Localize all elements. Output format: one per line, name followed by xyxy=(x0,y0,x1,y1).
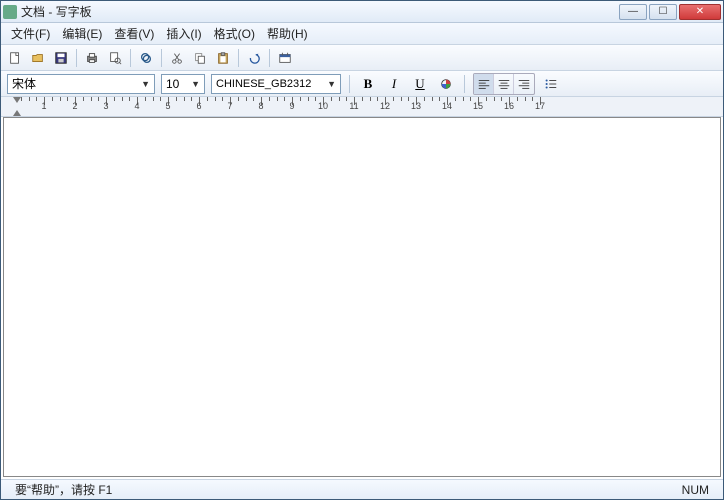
chevron-down-icon: ▼ xyxy=(141,79,150,89)
print-button[interactable] xyxy=(82,48,102,68)
menu-view[interactable]: 查看(V) xyxy=(108,23,160,44)
menu-help[interactable]: 帮助(H) xyxy=(261,23,314,44)
ruler-scale: 1234567891011121314151617 xyxy=(13,97,723,116)
status-numlock: NUM xyxy=(674,483,717,497)
maximize-button[interactable]: ☐ xyxy=(649,4,677,20)
format-toolbar: 宋体 ▼ 10 ▼ CHINESE_GB2312 ▼ B I U xyxy=(1,71,723,97)
bold-button[interactable]: B xyxy=(358,74,378,94)
align-right-button[interactable] xyxy=(514,74,534,94)
font-size-value: 10 xyxy=(166,77,179,91)
separator xyxy=(269,49,270,67)
font-family-value: 宋体 xyxy=(12,75,36,92)
separator xyxy=(130,49,131,67)
save-button[interactable] xyxy=(51,48,71,68)
cut-button[interactable] xyxy=(167,48,187,68)
align-center-button[interactable] xyxy=(494,74,514,94)
menu-edit[interactable]: 编辑(E) xyxy=(56,23,108,44)
bullets-button[interactable] xyxy=(541,74,561,94)
datetime-button[interactable] xyxy=(275,48,295,68)
ruler[interactable]: 1234567891011121314151617 xyxy=(1,97,723,117)
separator xyxy=(349,75,350,93)
window-controls: — ☐ ✕ xyxy=(619,4,721,20)
font-size-combo[interactable]: 10 ▼ xyxy=(161,74,205,94)
titlebar[interactable]: 文档 - 写字板 — ☐ ✕ xyxy=(1,1,723,23)
print-preview-button[interactable] xyxy=(105,48,125,68)
separator xyxy=(464,75,465,93)
document-area[interactable] xyxy=(3,117,721,477)
underline-button[interactable]: U xyxy=(410,74,430,94)
charset-value: CHINESE_GB2312 xyxy=(216,78,311,90)
app-icon xyxy=(3,5,17,19)
separator xyxy=(238,49,239,67)
align-left-button[interactable] xyxy=(474,74,494,94)
menu-file[interactable]: 文件(F) xyxy=(5,23,56,44)
window-title: 文档 - 写字板 xyxy=(21,3,619,20)
paste-button[interactable] xyxy=(213,48,233,68)
chevron-down-icon: ▼ xyxy=(191,79,200,89)
charset-combo[interactable]: CHINESE_GB2312 ▼ xyxy=(211,74,341,94)
font-family-combo[interactable]: 宋体 ▼ xyxy=(7,74,155,94)
close-button[interactable]: ✕ xyxy=(679,4,721,20)
menubar: 文件(F) 编辑(E) 查看(V) 插入(I) 格式(O) 帮助(H) xyxy=(1,23,723,45)
alignment-group xyxy=(473,73,535,95)
copy-button[interactable] xyxy=(190,48,210,68)
new-button[interactable] xyxy=(5,48,25,68)
minimize-button[interactable]: — xyxy=(619,4,647,20)
standard-toolbar xyxy=(1,45,723,71)
italic-button[interactable]: I xyxy=(384,74,404,94)
separator xyxy=(161,49,162,67)
separator xyxy=(76,49,77,67)
find-button[interactable] xyxy=(136,48,156,68)
statusbar: 要“帮助”，请按 F1 NUM xyxy=(1,479,723,499)
chevron-down-icon: ▼ xyxy=(327,79,336,89)
menu-insert[interactable]: 插入(I) xyxy=(160,23,207,44)
app-window: 文档 - 写字板 — ☐ ✕ 文件(F) 编辑(E) 查看(V) 插入(I) 格… xyxy=(0,0,724,500)
status-help-text: 要“帮助”，请按 F1 xyxy=(7,481,120,498)
open-button[interactable] xyxy=(28,48,48,68)
color-button[interactable] xyxy=(436,74,456,94)
menu-format[interactable]: 格式(O) xyxy=(208,23,261,44)
undo-button[interactable] xyxy=(244,48,264,68)
